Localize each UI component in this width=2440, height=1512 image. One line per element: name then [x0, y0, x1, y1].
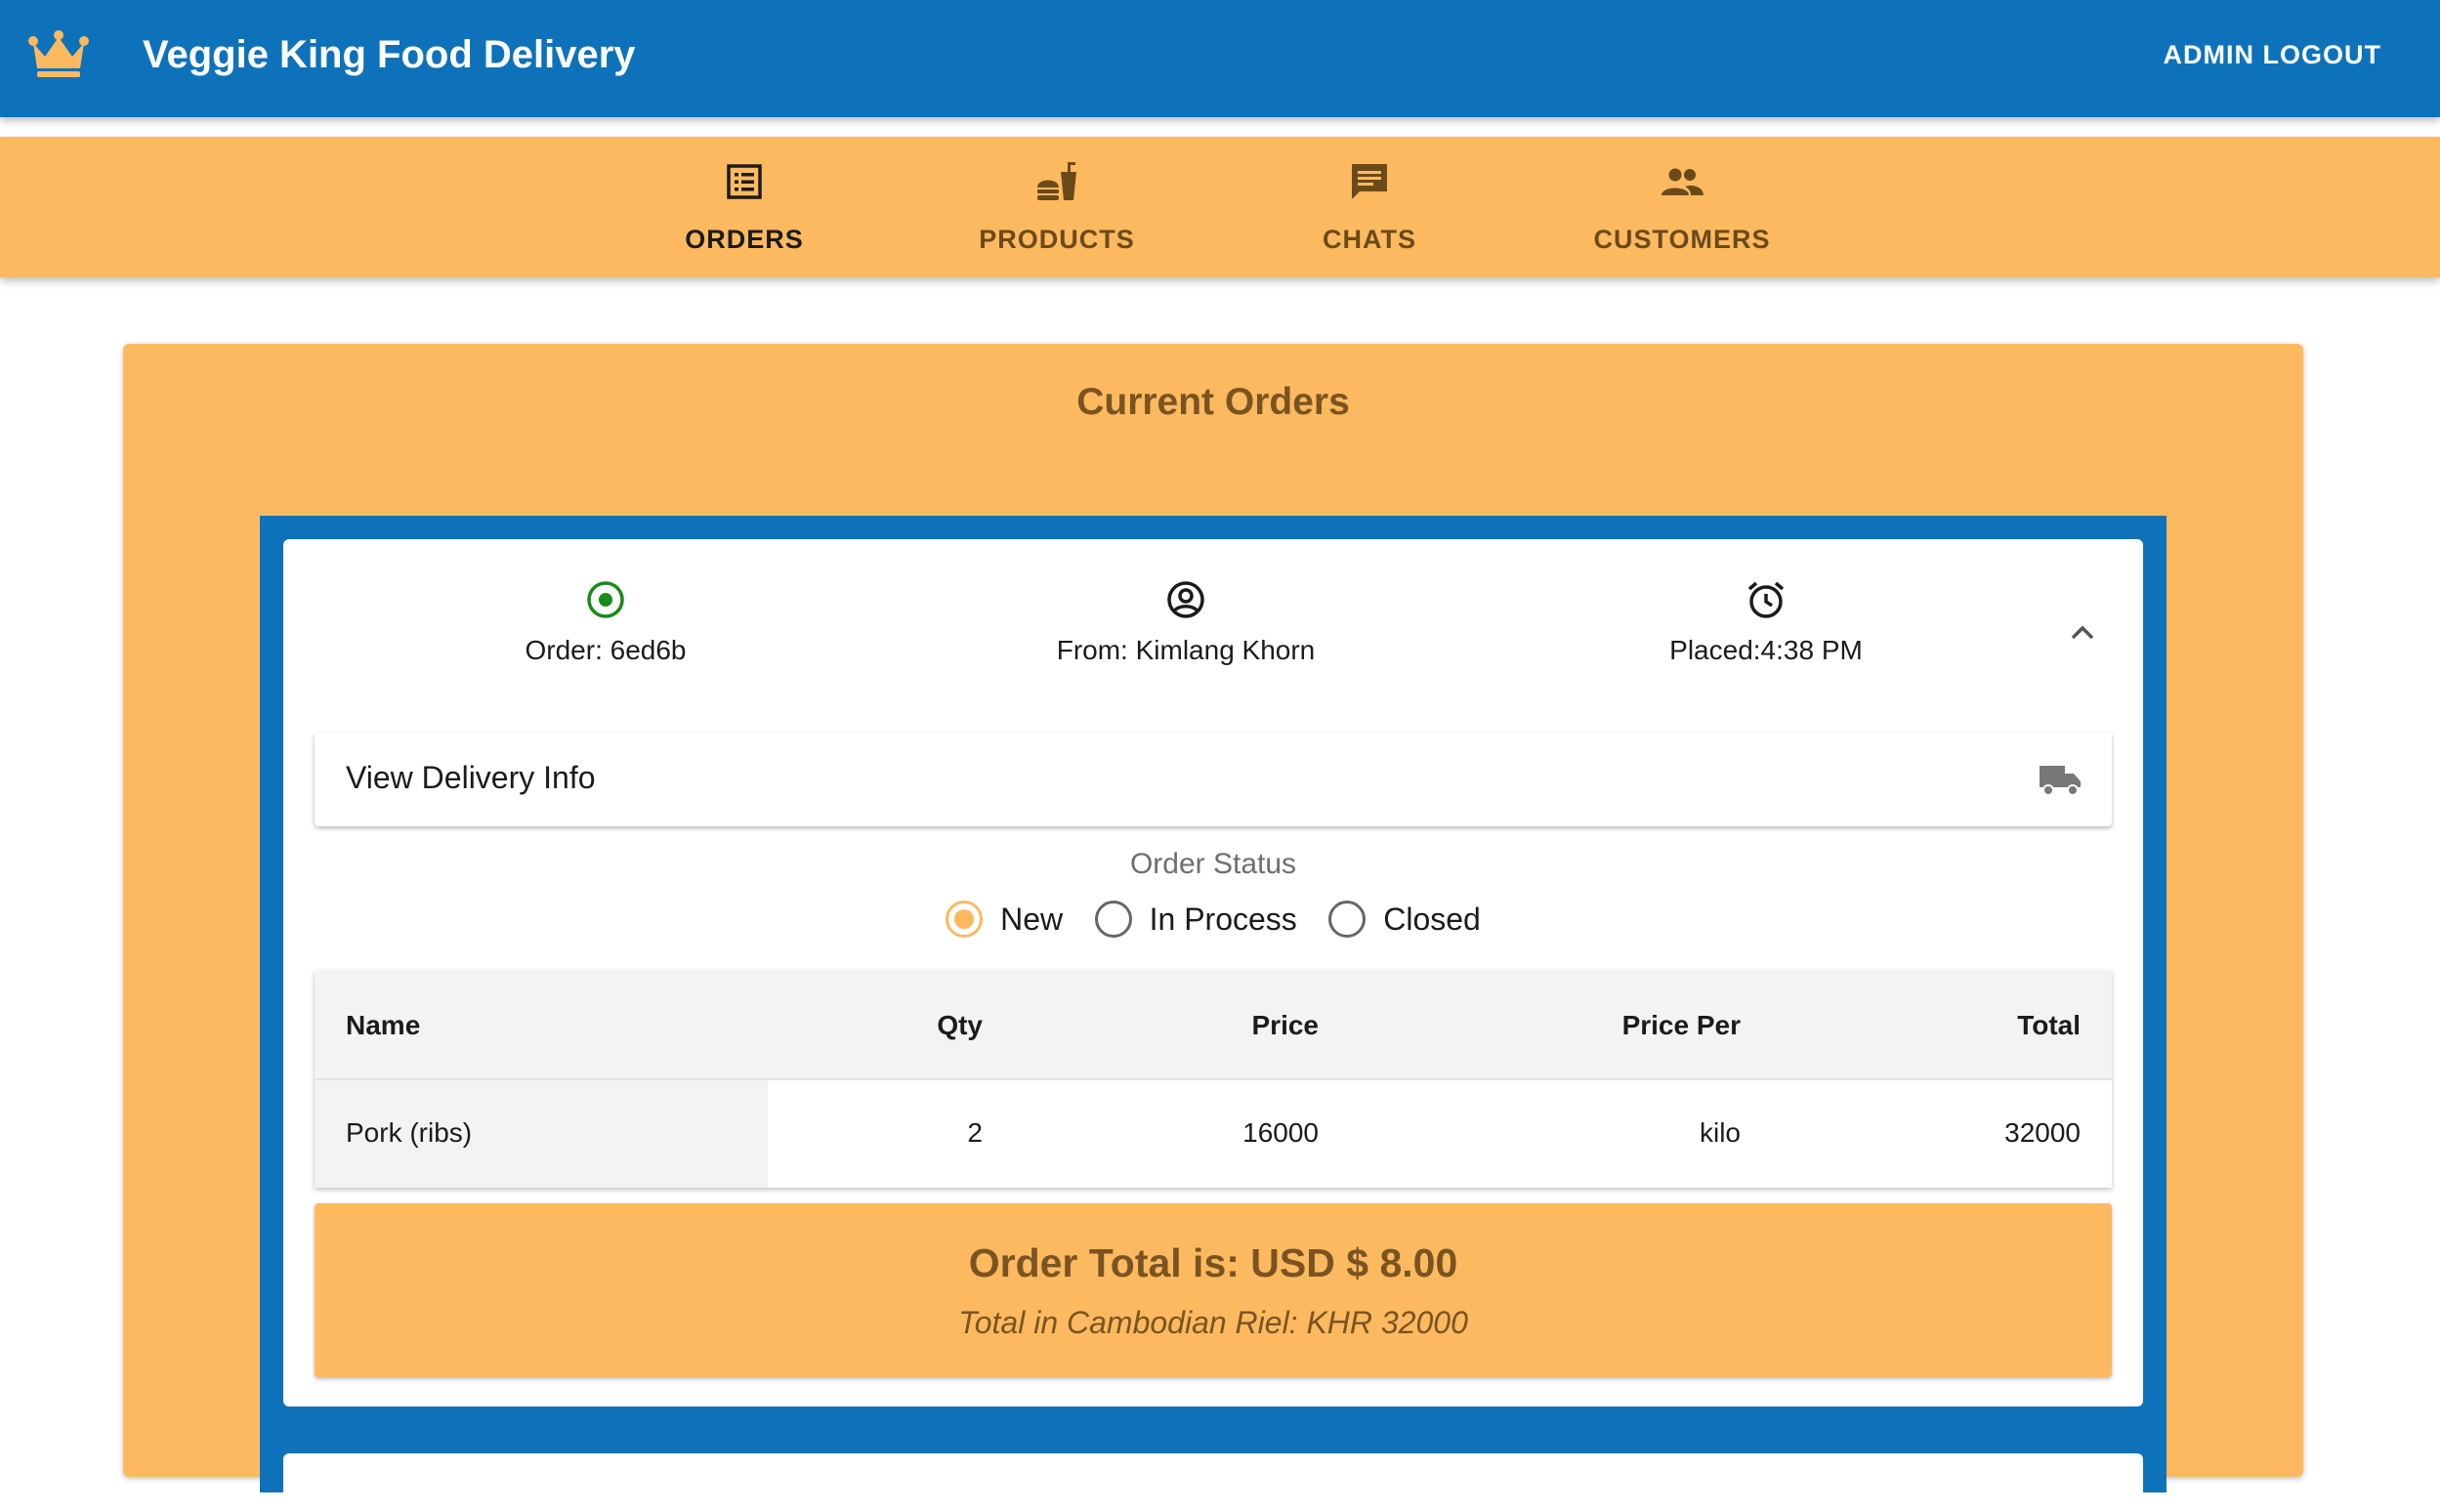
order-status-label: Order Status — [1129, 848, 1297, 880]
tab-customers[interactable]: CUSTOMERS — [1545, 137, 1819, 277]
view-delivery-info-button[interactable]: View Delivery Info — [315, 733, 2112, 826]
radio-unchecked-icon — [1328, 901, 1367, 938]
tab-orders[interactable]: ORDERS — [608, 137, 881, 277]
orders-panel: Current Orders Order: 6ed6b From: Kimlan… — [123, 344, 2303, 1512]
order-status-group: Order Status New In Process Closed — [315, 826, 2112, 971]
column-header-price-per: Price Per — [1621, 1010, 1741, 1040]
column-header-qty: Qty — [937, 1010, 983, 1040]
tab-chats-label: CHATS — [1323, 225, 1416, 254]
column-header-total: Total — [2017, 1010, 2081, 1040]
admin-button[interactable]: ADMIN — [2164, 35, 2255, 74]
tab-products[interactable]: PRODUCTS — [920, 137, 1194, 277]
radio-checked-icon — [946, 901, 984, 938]
cell-price-per: kilo — [1699, 1117, 1741, 1148]
app-title: Veggie King Food Delivery — [143, 33, 636, 76]
order-total-khr: Total in Cambodian Riel: KHR 32000 — [958, 1305, 1468, 1340]
orders-list-icon — [727, 164, 762, 199]
app-bar: Veggie King Food Delivery ADMIN LOGOUT — [0, 0, 2440, 117]
next-order-card — [283, 1453, 2143, 1512]
logout-button[interactable]: LOGOUT — [2263, 35, 2382, 74]
account-circle-icon — [1167, 581, 1204, 618]
status-in-process-label: In Process — [1149, 901, 1297, 937]
order-total-box: Order Total is: USD $ 8.00 Total in Camb… — [315, 1203, 2112, 1377]
orders-list: Order: 6ed6b From: Kimlang Khorn Placed:… — [260, 516, 2167, 1512]
order-id-text: Order: 6ed6b — [525, 635, 687, 665]
cell-qty: 2 — [967, 1117, 983, 1148]
crown-icon — [28, 30, 89, 77]
radio-button-checked-icon — [587, 581, 624, 618]
chevron-up-icon[interactable] — [2063, 613, 2102, 652]
order-card: Order: 6ed6b From: Kimlang Khorn Placed:… — [283, 539, 2143, 1407]
people-icon — [1662, 168, 1704, 195]
orders-panel-title: Current Orders — [1076, 381, 1350, 423]
order-from: From: Kimlang Khorn — [942, 578, 1430, 666]
chat-icon — [1352, 164, 1387, 199]
column-header-price: Price — [1251, 1010, 1320, 1040]
cell-price: 16000 — [1242, 1117, 1319, 1148]
nav-tabs: ORDERS PRODUCTS CHATS CUSTOMERS — [0, 137, 2440, 277]
cell-total: 32000 — [2004, 1117, 2081, 1148]
table-header: Name Qty Price Price Per Total — [315, 971, 2112, 1080]
delivery-info-label: View Delivery Info — [346, 760, 596, 795]
order-id: Order: 6ed6b — [361, 578, 850, 666]
status-radio-in-process[interactable]: In Process — [1094, 901, 1297, 938]
order-from-text: From: Kimlang Khorn — [1056, 635, 1316, 665]
order-items-table: Name Qty Price Price Per Total Pork (rib… — [315, 971, 2112, 1188]
alarm-icon — [1747, 581, 1785, 618]
tab-customers-label: CUSTOMERS — [1593, 225, 1771, 254]
tab-products-label: PRODUCTS — [979, 225, 1135, 254]
order-placed-text: Placed:4:38 PM — [1669, 635, 1863, 665]
cell-name: Pork (ribs) — [346, 1117, 473, 1148]
order-placed: Placed:4:38 PM — [1522, 578, 2010, 666]
status-closed-label: Closed — [1383, 901, 1481, 937]
status-radio-closed[interactable]: Closed — [1328, 901, 1481, 938]
radio-unchecked-icon — [1094, 901, 1132, 938]
tab-chats[interactable]: CHATS — [1233, 137, 1506, 277]
table-row: Pork (ribs) 2 16000 kilo 32000 — [315, 1080, 2112, 1188]
status-radio-new[interactable]: New — [946, 901, 1063, 938]
truck-icon — [2040, 766, 2081, 796]
order-status-radios: New In Process Closed — [315, 901, 2112, 938]
fastfood-icon — [1037, 162, 1076, 200]
tab-orders-label: ORDERS — [685, 225, 804, 254]
status-new-label: New — [1000, 901, 1064, 937]
order-total-usd: Order Total is: USD $ 8.00 — [968, 1240, 1458, 1285]
column-header-name: Name — [346, 1010, 421, 1040]
